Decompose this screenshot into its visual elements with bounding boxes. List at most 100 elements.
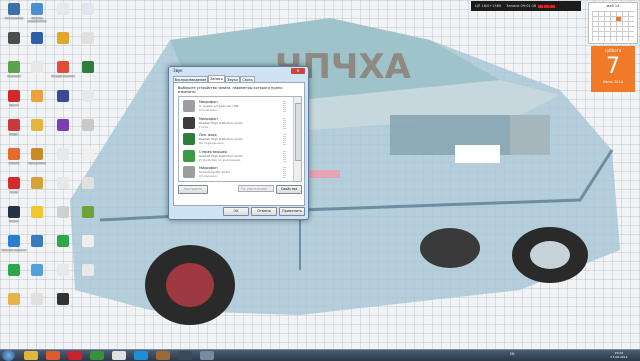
desktop-icon-label — [24, 307, 50, 314]
taskbar-app-explorer-icon[interactable] — [24, 351, 38, 360]
desktop-icon[interactable] — [26, 118, 48, 144]
desktop-icon[interactable] — [52, 89, 74, 115]
desktop-icon[interactable] — [77, 2, 99, 28]
recording-device-row[interactable]: Стерео микшер Realtek High Definition Aud… — [179, 148, 291, 164]
desktop-icon[interactable]: Программа — [26, 147, 48, 173]
apply-button[interactable]: Применить — [279, 207, 305, 216]
desktop-icon-label — [50, 17, 76, 24]
taskbar-app-media-icon[interactable] — [46, 351, 60, 360]
taskbar-app-camera-icon[interactable] — [178, 351, 192, 360]
desktop-icon[interactable]: Magic — [3, 118, 25, 144]
app-icon — [57, 293, 69, 305]
desktop-icon[interactable] — [52, 118, 74, 144]
level-meter — [283, 117, 286, 129]
desktop-icon[interactable] — [77, 118, 99, 144]
desktop-icon[interactable] — [3, 31, 25, 57]
desktop-icon[interactable] — [52, 234, 74, 260]
app-icon — [31, 206, 43, 218]
scrollbar-thumb[interactable] — [295, 103, 301, 161]
desktop-icon[interactable] — [52, 147, 74, 173]
desktop-icon[interactable] — [26, 176, 48, 202]
desktop-icon[interactable]: Google Chrome — [51, 60, 75, 86]
desktop-icon[interactable] — [77, 147, 99, 173]
desktop-icon[interactable] — [77, 60, 99, 86]
device-list-scrollbar[interactable] — [293, 97, 301, 181]
taskbar-app-skype-icon[interactable] — [134, 351, 148, 360]
desktop-icon[interactable] — [77, 263, 99, 289]
desktop-icon[interactable] — [26, 60, 48, 86]
mini-calendar-header: май 14 — [606, 4, 620, 8]
desktop-icon[interactable] — [26, 263, 48, 289]
desktop-icon[interactable]: Корзина — [3, 60, 25, 86]
taskbar-app-chrome-icon[interactable] — [90, 351, 104, 360]
microphone-icon — [183, 100, 195, 112]
desktop-icon[interactable] — [52, 263, 74, 289]
taskbar-app-sound-icon[interactable] — [200, 351, 214, 360]
recording-device-row[interactable]: Микрофон Realtek High Definition Audio Гот… — [179, 115, 291, 131]
cancel-button[interactable]: Отмена — [251, 207, 277, 216]
desktop-icon[interactable] — [77, 205, 99, 231]
desktop-icon[interactable] — [52, 31, 74, 57]
app-icon — [8, 90, 20, 102]
desktop-icon[interactable]: Avast — [3, 176, 25, 202]
desktop-icon[interactable] — [3, 263, 25, 289]
desktop-icon[interactable] — [26, 292, 48, 318]
desktop-icon-label — [75, 220, 101, 227]
desktop-icon[interactable]: Компьютер — [3, 2, 25, 28]
app-icon — [31, 264, 43, 276]
app-icon — [8, 148, 20, 160]
microphone-icon — [183, 149, 195, 162]
taskbar-app-opera-icon[interactable] — [68, 351, 82, 360]
taskbar-app-yandex-icon[interactable] — [112, 351, 126, 360]
desktop-icon[interactable] — [3, 292, 25, 318]
meter-bar — [544, 4, 550, 8]
desktop-icon-label — [24, 278, 50, 285]
desktop-icon-label — [50, 307, 76, 314]
properties-button[interactable]: Свойства — [276, 185, 302, 194]
ok-button[interactable]: OK — [223, 207, 249, 216]
mini-calendar-gadget[interactable]: май 14 — [588, 2, 638, 44]
taskbar-app-photo-icon[interactable] — [156, 351, 170, 360]
close-button[interactable]: ✕ — [291, 68, 305, 74]
desktop-icon[interactable] — [26, 89, 48, 115]
desktop-icon[interactable]: Steam — [3, 205, 25, 231]
calendar-gadget[interactable]: суббота 7 Июнь 2014 — [591, 46, 635, 92]
start-button[interactable] — [2, 350, 15, 361]
recording-device-row[interactable]: Микрофон Sonicsting Mic audio Отключено — [179, 164, 291, 180]
set-default-dropdown[interactable]: По умолчанию — [238, 185, 274, 192]
desktop-icon[interactable] — [26, 31, 48, 57]
desktop-icon[interactable]: Internet Explorer — [1, 234, 27, 260]
desktop-icon[interactable] — [52, 176, 74, 202]
desktop[interactable]: ЧПЧХА Компьютер Панель управления Корзина G… — [0, 0, 640, 349]
recording-device-row[interactable]: Микрофон 2- Аудио устройство USB Отключено — [179, 98, 291, 114]
microphone-icon — [183, 166, 195, 178]
desktop-icon[interactable] — [77, 89, 99, 115]
app-icon — [57, 90, 69, 102]
level-meter — [283, 150, 286, 162]
app-icon — [31, 3, 43, 15]
taskbar-clock[interactable]: 22:02 07.06.2014 — [608, 351, 630, 359]
sound-dialog[interactable]: Звук ✕ Воспроизведение Запись Звуки Связ… — [168, 66, 309, 220]
device-list[interactable]: Микрофон 2- Аудио устройство USB Отключено… — [178, 96, 302, 182]
configure-button[interactable]: Настроить — [178, 185, 208, 194]
desktop-icon[interactable] — [52, 205, 74, 231]
desktop-icon[interactable]: Opera — [3, 89, 25, 115]
app-icon — [82, 148, 94, 160]
desktop-icon[interactable] — [26, 205, 48, 231]
desktop-icon[interactable] — [77, 31, 99, 57]
app-icon — [82, 3, 94, 15]
desktop-icon[interactable]: Mozilla — [3, 147, 25, 173]
app-icon — [82, 90, 94, 102]
desktop-icon[interactable] — [77, 176, 99, 202]
desktop-icon-label: Google Chrome — [51, 75, 75, 78]
recording-device-row[interactable]: Лин. вход Realtek High Definition Audio Не… — [179, 131, 291, 147]
device-status: Готов — [199, 124, 209, 129]
tray-language[interactable]: EN — [510, 352, 514, 356]
desktop-icon-label — [24, 75, 50, 82]
desktop-icon[interactable]: Панель управления — [26, 2, 48, 28]
desktop-icon[interactable] — [52, 2, 74, 28]
desktop-icon[interactable] — [77, 234, 99, 260]
recording-panel: Выберите устройство записи, параметры ко… — [173, 82, 305, 206]
desktop-icon[interactable] — [26, 234, 48, 260]
desktop-icon[interactable] — [52, 292, 74, 318]
